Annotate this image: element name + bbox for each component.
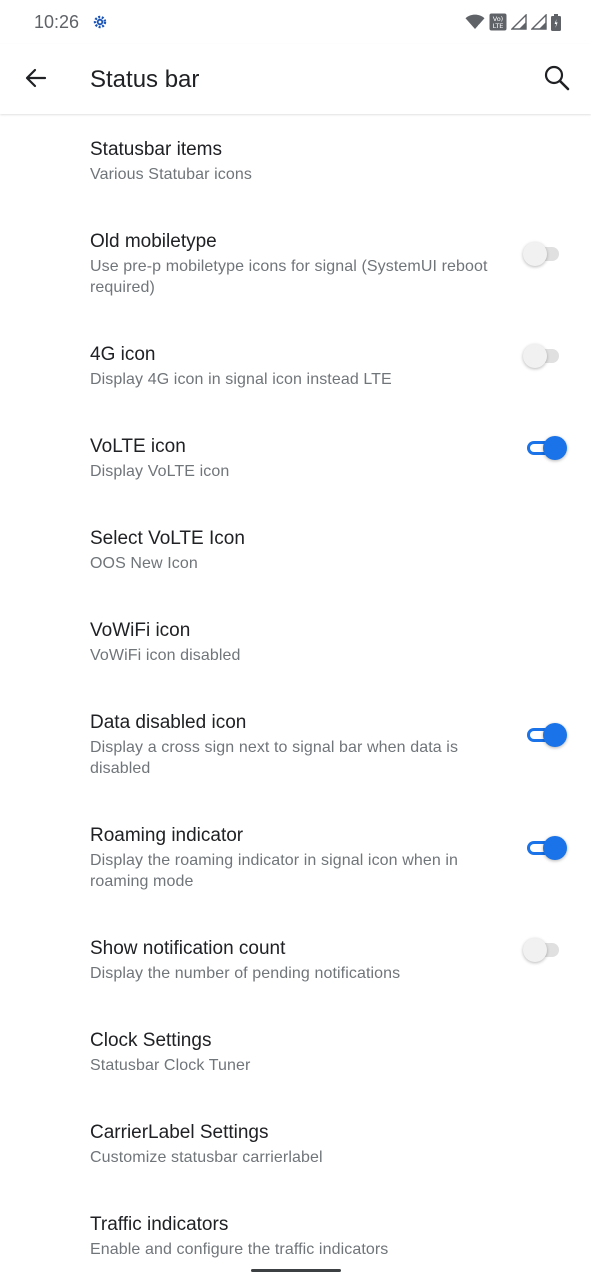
pref-title: Statusbar items bbox=[90, 139, 222, 160]
battery-icon bbox=[551, 13, 561, 31]
pref-title: Roaming indicator bbox=[90, 825, 244, 846]
pref-summary: Display VoLTE icon bbox=[90, 463, 230, 480]
pref-summary: Display the roaming indicator in signal … bbox=[90, 852, 459, 890]
data-disabled-icon-toggle[interactable] bbox=[523, 721, 567, 749]
pref-title: Traffic indicators bbox=[90, 1214, 229, 1235]
status-time: 10:26 bbox=[34, 12, 80, 32]
pref-traffic-indicators[interactable]: Traffic indicators Enable and configure … bbox=[0, 1189, 591, 1269]
pref-title: Clock Settings bbox=[90, 1030, 212, 1051]
pref-title: Select VoLTE Icon bbox=[90, 528, 245, 549]
volte-icon-toggle[interactable] bbox=[523, 434, 567, 462]
pref-select-volte-icon[interactable]: Select VoLTE Icon OOS New Icon bbox=[0, 503, 591, 595]
pref-summary: Display 4G icon in signal icon instead L… bbox=[90, 371, 392, 388]
pref-clock-settings[interactable]: Clock Settings Statusbar Clock Tuner bbox=[0, 1005, 591, 1097]
pref-summary: Various Statubar icons bbox=[90, 166, 252, 183]
app-bar: Status bar bbox=[0, 44, 591, 114]
system-status-bar: 10:26 Vo) LTE bbox=[0, 0, 591, 44]
notification-count-toggle[interactable] bbox=[523, 936, 567, 964]
volte-badge-icon: Vo) LTE bbox=[489, 13, 507, 31]
pref-summary: OOS New Icon bbox=[90, 555, 198, 572]
pref-summary: Display the number of pending notificati… bbox=[90, 965, 401, 982]
pref-summary: Use pre-p mobiletype icons for signal (S… bbox=[90, 258, 488, 296]
preference-list: Statusbar items Various Statubar icons O… bbox=[0, 114, 591, 1269]
pref-title: Show notification count bbox=[90, 938, 286, 959]
signal-1-icon bbox=[511, 14, 527, 30]
pref-old-mobiletype[interactable]: Old mobiletype Use pre-p mobiletype icon… bbox=[0, 206, 591, 319]
wifi-icon bbox=[465, 14, 485, 30]
pref-roaming-indicator[interactable]: Roaming indicator Display the roaming in… bbox=[0, 800, 591, 913]
pref-data-disabled-icon[interactable]: Data disabled icon Display a cross sign … bbox=[0, 687, 591, 800]
search-button[interactable] bbox=[535, 56, 579, 100]
pref-statusbar-items[interactable]: Statusbar items Various Statubar icons bbox=[0, 114, 591, 206]
pref-title: CarrierLabel Settings bbox=[90, 1122, 269, 1143]
pref-volte-icon[interactable]: VoLTE icon Display VoLTE icon bbox=[0, 411, 591, 503]
pref-summary: Statusbar Clock Tuner bbox=[90, 1057, 251, 1074]
pref-summary: Customize statusbar carrierlabel bbox=[90, 1149, 323, 1166]
back-arrow-icon bbox=[25, 68, 47, 88]
old-mobiletype-toggle[interactable] bbox=[523, 240, 567, 268]
settings-gear-icon bbox=[92, 14, 108, 30]
pref-title: Old mobiletype bbox=[90, 231, 217, 252]
pref-vowifi-icon[interactable]: VoWiFi icon VoWiFi icon disabled bbox=[0, 595, 591, 687]
pref-carrierlabel-settings[interactable]: CarrierLabel Settings Customize statusba… bbox=[0, 1097, 591, 1189]
pref-summary: Enable and configure the traffic indicat… bbox=[90, 1241, 389, 1258]
back-button[interactable] bbox=[14, 56, 58, 100]
pref-title: Data disabled icon bbox=[90, 712, 247, 733]
pref-show-notification-count[interactable]: Show notification count Display the numb… bbox=[0, 913, 591, 1005]
gesture-nav-handle[interactable] bbox=[251, 1269, 341, 1272]
volte-badge-bottom: LTE bbox=[493, 22, 504, 30]
search-icon bbox=[544, 65, 570, 91]
pref-title: VoWiFi icon bbox=[90, 620, 191, 641]
pref-summary: VoWiFi icon disabled bbox=[90, 647, 241, 664]
4g-icon-toggle[interactable] bbox=[523, 342, 567, 370]
pref-summary: Display a cross sign next to signal bar … bbox=[90, 739, 459, 777]
roaming-indicator-toggle[interactable] bbox=[523, 834, 567, 862]
pref-title: 4G icon bbox=[90, 344, 156, 365]
pref-4g-icon[interactable]: 4G icon Display 4G icon in signal icon i… bbox=[0, 319, 591, 411]
pref-title: VoLTE icon bbox=[90, 436, 186, 457]
page-title: Status bar bbox=[90, 66, 200, 93]
signal-2-icon bbox=[531, 14, 547, 30]
status-icons: Vo) LTE bbox=[465, 12, 561, 32]
